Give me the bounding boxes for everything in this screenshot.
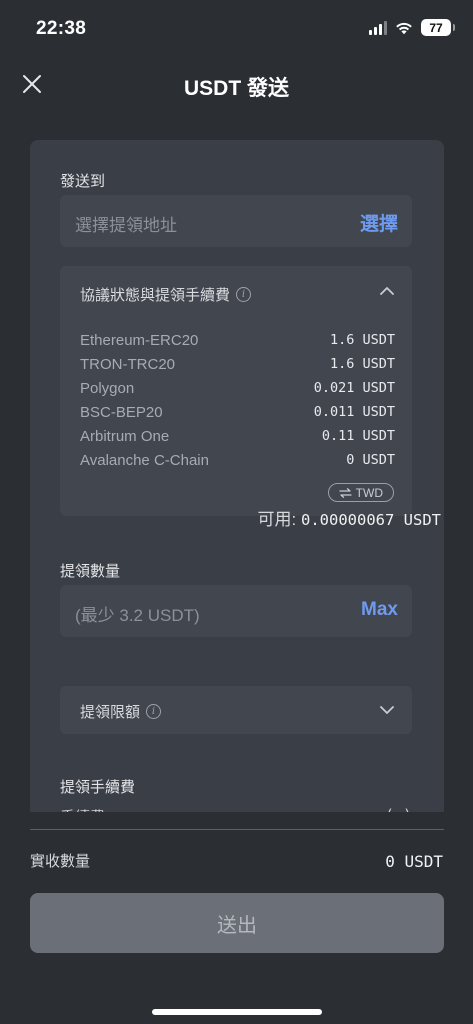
currency-toggle-button[interactable]: TWD bbox=[327, 483, 394, 502]
network-row: Arbitrum One 0.11 USDT bbox=[80, 424, 395, 448]
swap-icon bbox=[339, 487, 352, 498]
available-balance: 可用: 0.00000067 USDT bbox=[258, 505, 441, 530]
network-row: TRON-TRC20 1.6 USDT bbox=[80, 352, 395, 376]
status-icons: 77 bbox=[369, 19, 455, 36]
send-form-card: 發送到 選擇提領地址 選擇 協議狀態與提領手續費 i Ethereum-ERC2… bbox=[30, 140, 444, 812]
address-placeholder: 選擇提領地址 bbox=[75, 216, 177, 235]
fee-row-cut-off: 手續費 bbox=[60, 806, 105, 812]
network-fee: 0.11 USDT bbox=[321, 428, 395, 444]
max-button[interactable]: Max bbox=[361, 599, 398, 621]
network-fee: 0.021 USDT bbox=[313, 380, 395, 396]
network-fee-panel: 協議狀態與提領手續費 i Ethereum-ERC20 1.6 USDT TRO… bbox=[60, 266, 412, 516]
select-address-button[interactable]: 選擇 bbox=[360, 209, 398, 236]
home-indicator[interactable] bbox=[152, 1009, 322, 1015]
page: 22:38 77 USDT 發送 發送到 選擇提領地址 選擇 協議狀態與提領手續… bbox=[0, 0, 473, 1024]
available-label: 可用: bbox=[257, 510, 297, 529]
network-fee: 0 USDT bbox=[346, 452, 395, 468]
network-name: Ethereum-ERC20 bbox=[80, 331, 199, 349]
withdraw-limit-label: 提領限額 bbox=[80, 704, 141, 721]
chevron-up-icon bbox=[380, 287, 394, 295]
network-fee: 1.6 USDT bbox=[329, 332, 395, 348]
receive-amount-value: 0 USDT bbox=[385, 852, 443, 871]
submit-button[interactable]: 送出 bbox=[30, 893, 444, 953]
status-time: 22:38 bbox=[36, 18, 87, 39]
withdraw-limit-header: 提領限額 i bbox=[80, 701, 162, 722]
amount-input[interactable]: (最少 3.2 USDT) Max bbox=[60, 585, 412, 637]
send-to-label: 發送到 bbox=[60, 173, 106, 190]
network-row: Avalanche C-Chain 0 USDT bbox=[80, 448, 395, 472]
network-list: Ethereum-ERC20 1.6 USDT TRON-TRC20 1.6 U… bbox=[80, 328, 395, 472]
header: USDT 發送 bbox=[0, 62, 473, 108]
currency-toggle-label: TWD bbox=[355, 485, 383, 500]
network-row: Ethereum-ERC20 1.6 USDT bbox=[80, 328, 395, 352]
network-name: Polygon bbox=[80, 379, 135, 397]
network-name: TRON-TRC20 bbox=[80, 355, 176, 373]
network-name: Avalanche C-Chain bbox=[80, 451, 209, 469]
withdraw-limit-toggle[interactable]: 提領限額 i bbox=[60, 686, 412, 734]
expand-button[interactable] bbox=[376, 699, 398, 721]
fee-section-label: 提領手續費 bbox=[60, 779, 136, 796]
cellular-signal-icon bbox=[369, 20, 387, 35]
available-value: 0.00000067 USDT bbox=[301, 511, 441, 529]
page-title: USDT 發送 bbox=[184, 77, 289, 100]
fee-value-cut-off: ( ) bbox=[385, 806, 412, 812]
network-row: Polygon 0.021 USDT bbox=[80, 376, 395, 400]
receive-amount-label: 實收數量 bbox=[30, 853, 91, 870]
network-name: Arbitrum One bbox=[80, 427, 170, 445]
info-icon[interactable]: i bbox=[236, 287, 252, 302]
chevron-down-icon bbox=[380, 706, 394, 714]
battery-icon: 77 bbox=[421, 19, 455, 36]
address-input[interactable]: 選擇提領地址 選擇 bbox=[60, 195, 412, 247]
network-row: BSC-BEP20 0.011 USDT bbox=[80, 400, 395, 424]
amount-label: 提領數量 bbox=[60, 563, 121, 580]
divider bbox=[30, 829, 444, 830]
status-bar: 22:38 77 bbox=[0, 0, 473, 58]
network-fee-title: 協議狀態與提領手續費 bbox=[80, 287, 231, 304]
network-fee: 0.011 USDT bbox=[313, 404, 395, 420]
wifi-icon bbox=[396, 22, 412, 34]
info-icon[interactable]: i bbox=[146, 704, 162, 719]
network-name: BSC-BEP20 bbox=[80, 403, 163, 421]
network-fee: 1.6 USDT bbox=[329, 356, 395, 372]
collapse-button[interactable] bbox=[376, 280, 398, 302]
amount-placeholder: (最少 3.2 USDT) bbox=[75, 606, 200, 625]
network-fee-header: 協議狀態與提領手續費 i bbox=[80, 284, 252, 305]
